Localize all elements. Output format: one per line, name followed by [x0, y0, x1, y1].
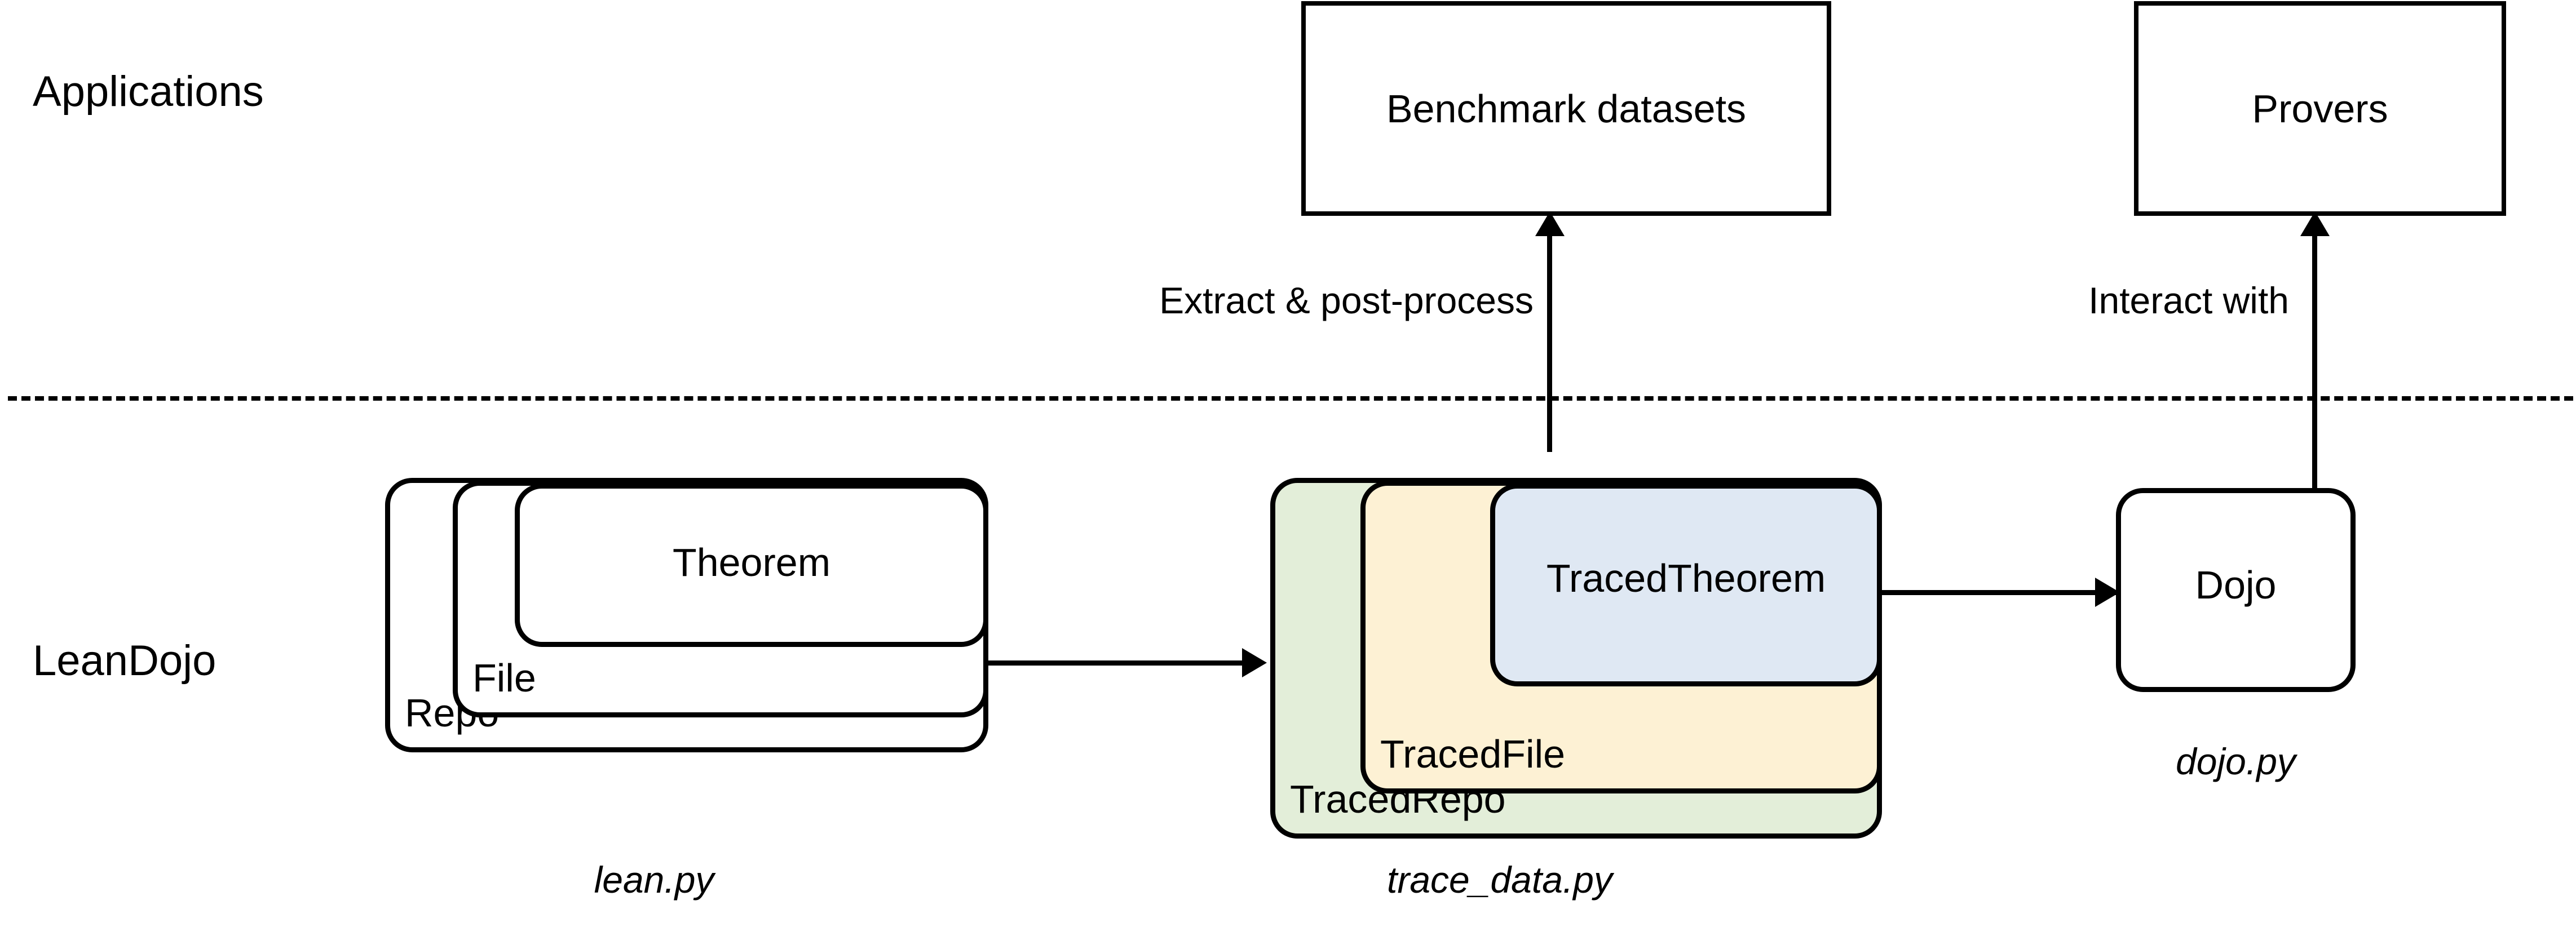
layer-divider — [8, 396, 2573, 401]
edge-label-interact-with: Interact with — [2088, 280, 2289, 321]
diagram-canvas: Applications LeanDojo Benchmark datasets… — [0, 0, 2576, 940]
edge-arrowhead-right — [1242, 648, 1267, 677]
benchmark-datasets-label: Benchmark datasets — [1386, 86, 1747, 131]
traced-file-label: TracedFile — [1380, 732, 1566, 776]
benchmark-datasets-box[interactable]: Benchmark datasets — [1301, 1, 1831, 216]
dojo-caption: dojo.py — [2176, 741, 2296, 782]
edge-shaft-vertical — [2312, 232, 2317, 491]
edge-label-extract-post-process: Extract & post-process — [1159, 280, 1534, 321]
traced-theorem-box[interactable]: TracedTheorem — [1490, 484, 1882, 686]
provers-label: Provers — [2252, 86, 2388, 131]
edge-shaft-horizontal — [988, 660, 1242, 666]
provers-box[interactable]: Provers — [2134, 1, 2506, 216]
traced-theorem-label: TracedTheorem — [1546, 556, 1826, 600]
theorem-box[interactable]: Theorem — [515, 484, 988, 647]
lean-group-caption: lean.py — [594, 859, 714, 901]
dojo-label: Dojo — [2195, 563, 2277, 607]
file-label: File — [472, 656, 536, 700]
layer-label-applications: Applications — [33, 68, 264, 116]
traced-group-caption: trace_data.py — [1387, 859, 1612, 901]
dojo-box[interactable]: Dojo — [2116, 488, 2356, 692]
edge-shaft-horizontal — [1882, 590, 2119, 595]
edge-arrowhead-up — [1535, 211, 1565, 236]
edge-shaft-vertical — [1547, 232, 1552, 452]
layer-label-leandojo: LeanDojo — [33, 637, 216, 685]
edge-arrowhead-up — [2300, 211, 2330, 236]
theorem-label: Theorem — [672, 540, 831, 584]
